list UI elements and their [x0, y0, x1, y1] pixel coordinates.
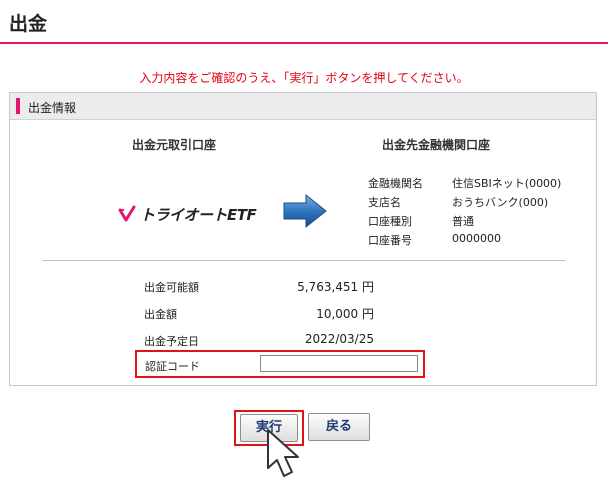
scheduled-date-value: 2022/03/25 — [304, 332, 374, 346]
mouse-pointer-icon — [267, 429, 299, 477]
bank-name-value: 住信SBIネット(0000) — [452, 177, 562, 190]
page-header: 出金 — [0, 0, 608, 44]
panel-title: 出金情報 — [28, 101, 77, 115]
source-account-heading: 出金元取引口座 — [132, 138, 217, 152]
auth-code-input[interactable] — [260, 355, 418, 372]
brand-logo: トライオートETF — [118, 203, 257, 225]
section-accent-bar — [16, 98, 20, 114]
auth-code-highlight: 認証コード — [135, 350, 425, 378]
branch-name-value: おうちバンク(000) — [452, 196, 549, 209]
branch-name-label: 支店名 — [368, 196, 401, 209]
brand-check-mark-icon — [118, 205, 136, 222]
withdrawal-amount-label: 出金額 — [144, 308, 177, 321]
arrow-right-icon — [283, 193, 327, 229]
destination-account-heading: 出金先金融機関口座 — [382, 138, 491, 152]
section-divider — [42, 260, 566, 261]
auth-code-label: 認証コード — [145, 360, 200, 373]
withdrawal-info-panel: 出金情報 出金元取引口座 出金先金融機関口座 トライオートETF 金融機関名 住… — [9, 92, 597, 386]
back-button[interactable]: 戻る — [308, 413, 370, 441]
available-amount-value: 5,763,451 円 — [297, 280, 374, 294]
bank-name-label: 金融機関名 — [368, 177, 423, 190]
brand-name: トライオートETF — [140, 205, 257, 224]
confirmation-instruction: 入力内容をご確認のうえ、「実行」ボタンを押してください。 — [139, 71, 469, 85]
withdrawal-amount-value: 10,000 円 — [316, 307, 374, 321]
page-title: 出金 — [9, 13, 48, 35]
panel-header: 出金情報 — [10, 93, 596, 120]
account-number-label: 口座番号 — [368, 234, 412, 247]
available-amount-label: 出金可能額 — [144, 281, 199, 294]
scheduled-date-label: 出金予定日 — [144, 335, 199, 348]
account-number-value: 0000000 — [452, 232, 501, 245]
account-type-label: 口座種別 — [368, 215, 412, 228]
account-type-value: 普通 — [452, 215, 474, 228]
